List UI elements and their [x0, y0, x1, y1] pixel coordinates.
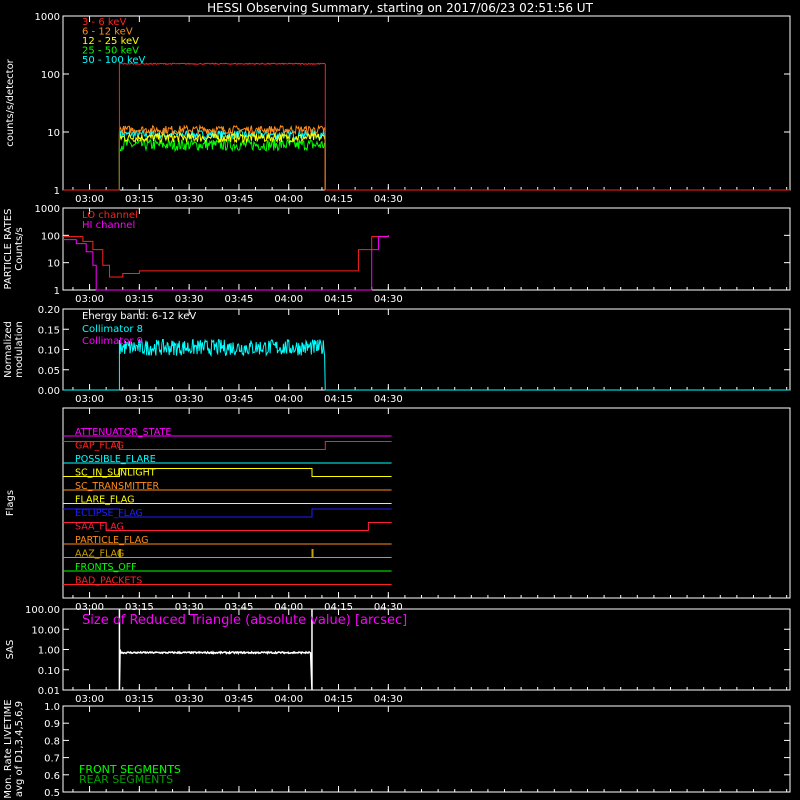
x-tick-label: 04:00 [274, 294, 303, 305]
flag-label: FRONTS_OFF [75, 562, 137, 573]
y-tick-label: 1.00 [38, 646, 60, 657]
y-axis-label: counts/s/detector [5, 58, 16, 146]
y-tick-label: 10 [47, 259, 60, 270]
x-tick-label: 04:30 [374, 394, 403, 405]
x-tick-label: 03:30 [175, 194, 204, 205]
y-axis-label: modulation [14, 321, 25, 378]
y-tick-label: 100 [41, 70, 60, 81]
flag-label: SC_IN_SUNLIGHT [75, 468, 156, 479]
y-tick-label: 1.0 [44, 702, 60, 713]
y-tick-label: 0.6 [44, 771, 60, 782]
x-tick-label: 03:15 [125, 294, 154, 305]
y-axis-label: Normalized [3, 321, 14, 378]
x-tick-label: 04:30 [374, 694, 403, 705]
series-line-HIchannel [63, 235, 389, 291]
y-tick-label: 0.01 [38, 686, 60, 697]
flag-label: BAD_PACKETS [75, 576, 142, 587]
chart-title: HESSI Observing Summary, starting on 201… [207, 1, 593, 15]
x-tick-label: 03:00 [75, 394, 104, 405]
x-tick-label: 03:30 [175, 694, 204, 705]
flag-label: POSSIBLE_FLARE [75, 454, 156, 465]
x-tick-label: 03:00 [75, 694, 104, 705]
flag-label: SAA_FLAG [75, 522, 124, 533]
y-axis-label: Counts/s [14, 227, 25, 271]
legend-entry: 50 - 100 keV [82, 55, 146, 66]
x-tick-label: 03:15 [125, 394, 154, 405]
flag-label: PARTICLE_FLAG [75, 535, 148, 546]
x-tick-label: 03:30 [175, 294, 204, 305]
series-line-LOchannel [63, 235, 389, 278]
y-tick-label: 0.10 [38, 666, 60, 677]
x-tick-label: 03:45 [225, 694, 254, 705]
x-tick-label: 03:15 [125, 694, 154, 705]
y-tick-label: 0.8 [44, 736, 60, 747]
x-tick-label: 03:45 [225, 394, 254, 405]
flag-label: AAZ_FLAG [75, 549, 124, 560]
x-tick-label: 04:15 [324, 394, 353, 405]
y-tick-label: 1 [54, 186, 60, 197]
legend-entry: Collimator 9 [82, 336, 143, 347]
panel-frame-2 [62, 207, 791, 291]
flag-label: ATTENUATOR_STATE [75, 427, 171, 438]
y-tick-label: 100 [41, 231, 60, 242]
y-tick-label: 10.00 [31, 625, 60, 636]
y-tick-label: 0.15 [38, 325, 60, 336]
y-tick-label: 0.10 [38, 346, 60, 357]
flag-label: FLARE_FLAG [75, 495, 135, 506]
y-axis-label: Flags [5, 490, 16, 516]
x-tick-label: 03:00 [75, 294, 104, 305]
sas-annotation: Size of Reduced Triangle (absolute value… [82, 613, 407, 628]
x-tick-label: 03:30 [175, 394, 204, 405]
x-tick-label: 03:45 [225, 294, 254, 305]
legend-entry: HI channel [82, 220, 135, 231]
x-tick-label: 03:45 [225, 194, 254, 205]
x-tick-label: 04:15 [324, 694, 353, 705]
legend-entry: Collimator 8 [82, 324, 143, 335]
energy-band-annotation: Energy band: 6-12 keV [82, 311, 196, 322]
y-axis-label: SAS [5, 640, 16, 660]
y-tick-label: 0.5 [44, 788, 60, 799]
y-tick-label: 0.7 [44, 754, 60, 765]
series-line-25-50keV [63, 137, 790, 191]
flag-label: SC_TRANSMITTER [75, 481, 160, 492]
x-tick-label: 04:15 [324, 294, 353, 305]
y-tick-label: 10 [47, 128, 60, 139]
y-tick-label: 0.00 [38, 386, 60, 397]
x-tick-label: 03:15 [125, 194, 154, 205]
y-tick-label: 0.9 [44, 719, 60, 730]
series-line-Collimator8 [63, 338, 790, 391]
panel-frame-1 [62, 15, 791, 191]
y-tick-label: 0.05 [38, 366, 60, 377]
x-tick-label: 04:30 [374, 294, 403, 305]
x-tick-label: 04:00 [274, 694, 303, 705]
y-axis-label: Mon. Rate LIVETIME [3, 699, 14, 798]
x-tick-label: 04:00 [274, 394, 303, 405]
legend-entry: REAR SEGMENTS [79, 773, 173, 786]
y-tick-label: 100.00 [25, 605, 60, 616]
y-tick-label: 0.20 [38, 305, 60, 316]
x-tick-label: 04:00 [274, 194, 303, 205]
x-tick-label: 04:15 [324, 194, 353, 205]
y-tick-label: 1 [54, 286, 60, 297]
x-tick-label: 03:00 [75, 194, 104, 205]
hessi-summary-plot: HESSI Observing Summary, starting on 201… [0, 0, 800, 800]
x-tick-label: 04:30 [374, 194, 403, 205]
y-tick-label: 1000 [35, 204, 60, 215]
flag-label: ECLIPSE_FLAG [75, 508, 143, 519]
y-axis-label: PARTICLE RATES [3, 209, 14, 290]
y-axis-label: avg of D1,3,4,5,6,9 [14, 701, 25, 797]
y-tick-label: 1000 [35, 12, 60, 23]
flag-label: GAP_FLAG [75, 441, 124, 452]
